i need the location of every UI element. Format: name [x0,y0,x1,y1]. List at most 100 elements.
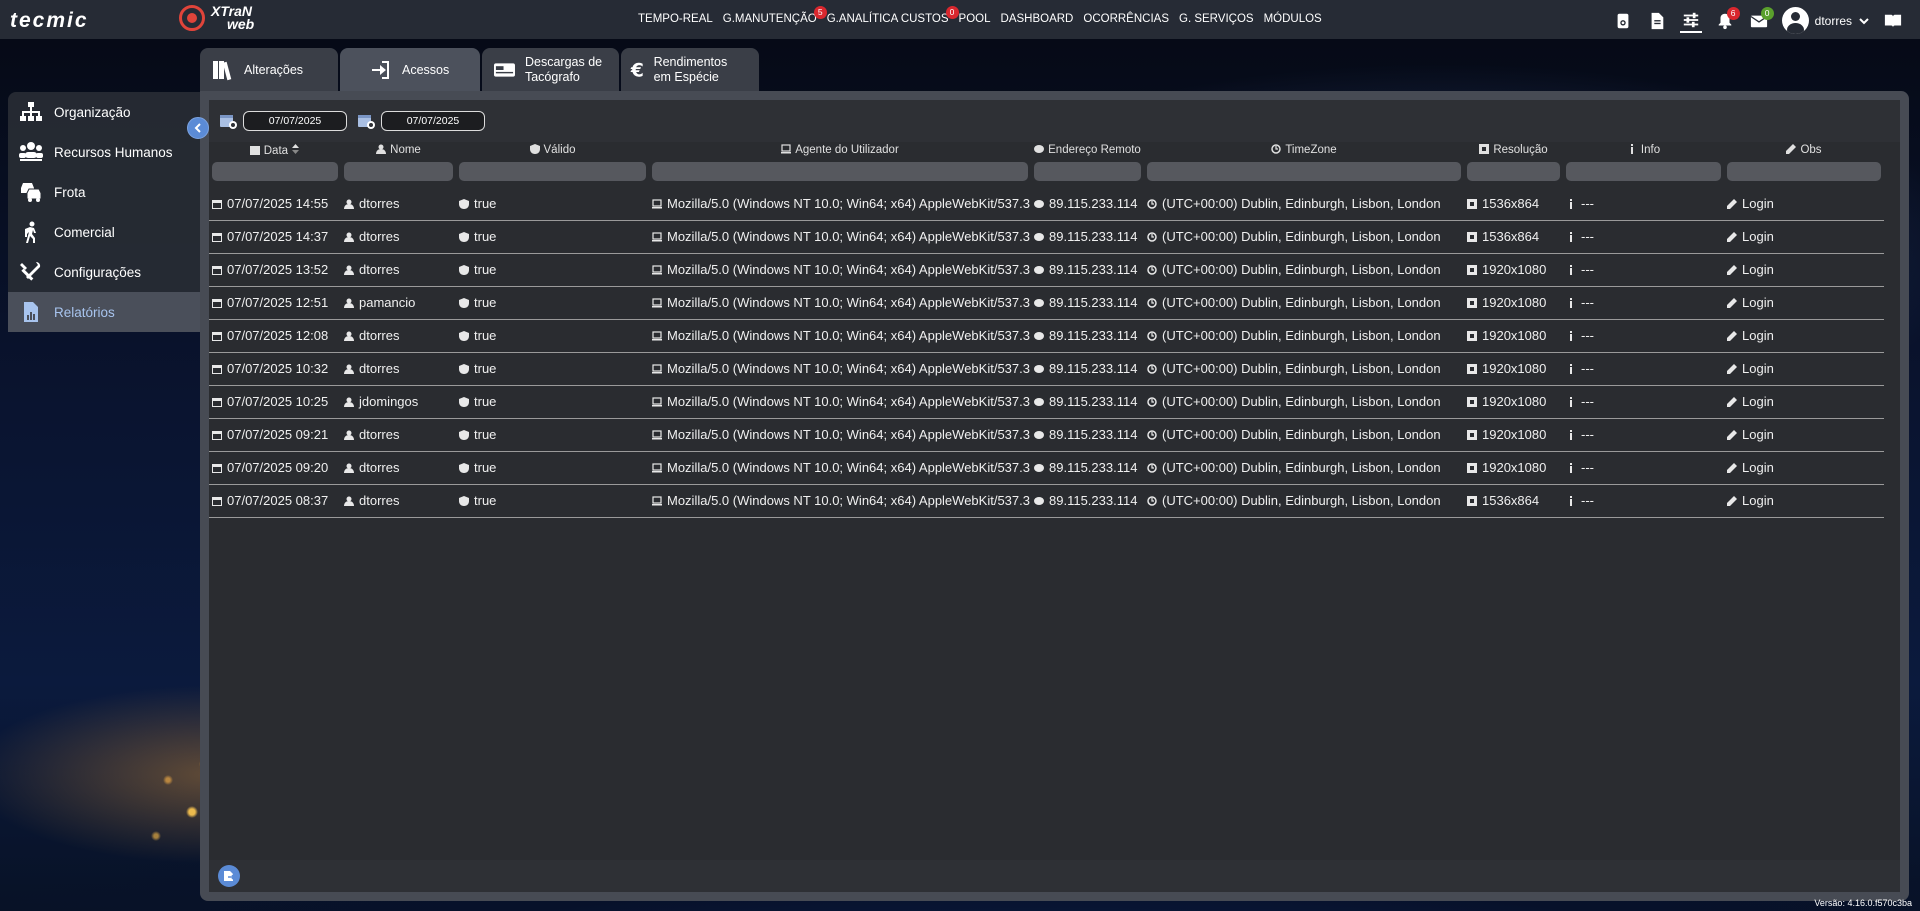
col-header-nome[interactable]: Nome [341,142,456,158]
table-row[interactable]: 07/07/2025 10:32 dtorres true Mozilla/5.… [209,352,1884,385]
analitica-badge: 0 [945,6,959,19]
table-row[interactable]: 07/07/2025 14:37 dtorres true Mozilla/5.… [209,220,1884,253]
cell-nome: dtorres [341,319,456,352]
export-button[interactable] [218,865,240,887]
user-menu[interactable]: dtorres [1781,7,1870,34]
cell-valido: true [456,319,649,352]
user-icon [344,298,354,308]
tab-acessos[interactable]: Acessos [340,48,480,91]
filter-data-input[interactable] [212,162,338,181]
bell-icon[interactable]: 6 [1714,6,1740,33]
cell-endereco: 89.115.233.114 [1031,319,1144,352]
filter-agente-input[interactable] [652,162,1028,181]
user-icon [344,199,354,209]
report-grid: 07/07/2025 07/07/2025 Data Nome Válido A… [209,100,1900,892]
calendar-icon [249,145,260,155]
nav-analitica-custos[interactable]: G.ANALÍTICA CUSTOS 0 [827,6,959,25]
cell-info: --- [1563,319,1724,352]
document-icon[interactable] [1646,9,1668,33]
cell-timezone: (UTC+00:00) Dublin, Edinburgh, Lisbon, L… [1144,253,1464,286]
filter-info-input[interactable] [1566,162,1721,181]
filter-obs-input[interactable] [1727,162,1881,181]
network-icon [1034,145,1045,153]
filter-endereco-input[interactable] [1034,162,1141,181]
col-header-info[interactable]: Info [1563,142,1724,158]
nav-manutencao[interactable]: G.MANUTENÇÃO 5 [723,6,827,25]
table-row[interactable]: 07/07/2025 09:20 dtorres true Mozilla/5.… [209,451,1884,484]
sidebar-item-relatorios[interactable]: Relatórios [8,292,204,332]
collapse-sidebar-button[interactable] [187,117,209,139]
clock-icon [1147,199,1157,209]
cell-obs: Login [1724,319,1884,352]
col-header-data[interactable]: Data [209,142,341,158]
col-header-resolucao[interactable]: Resolução [1464,142,1563,158]
shield-icon [459,496,469,506]
shield-icon [459,463,469,473]
date-to-input[interactable]: 07/07/2025 [381,111,485,131]
sidebar-item-comercial[interactable]: Comercial [8,212,204,252]
header-row: Data Nome Válido Agente do Utilizador En… [209,142,1884,158]
sidebar-item-frota[interactable]: Frota [8,172,204,212]
col-header-timezone[interactable]: TimeZone [1144,142,1464,158]
table-row[interactable]: 07/07/2025 14:55 dtorres true Mozilla/5.… [209,187,1884,220]
col-header-valido[interactable]: Válido [456,142,649,158]
date-from-input[interactable]: 07/07/2025 [243,111,347,131]
books-icon [213,60,232,80]
nav-ocorrencias[interactable]: OCORRÊNCIAS [1083,13,1169,25]
table-row[interactable]: 07/07/2025 08:37 dtorres true Mozilla/5.… [209,484,1884,517]
mail-icon[interactable]: 0 [1748,6,1774,33]
xtranweb-logo[interactable]: XTraN web [179,3,255,32]
book-icon[interactable] [1882,9,1904,33]
laptop-icon [652,496,662,506]
xtran-logo-text: XTraN web [211,3,255,32]
badge-id-icon[interactable] [1612,9,1634,33]
cell-resolucao: 1920x1080 [1464,385,1563,418]
sliders-icon[interactable] [1679,9,1702,33]
clock-icon [1147,331,1157,341]
sidebar-item-configuracoes[interactable]: Configurações [8,252,204,292]
col-header-agente[interactable]: Agente do Utilizador [649,142,1031,158]
filter-resolucao-input[interactable] [1467,162,1560,181]
nav-servicos[interactable]: G. SERVIÇOS [1179,13,1254,25]
filter-timezone-input[interactable] [1147,162,1461,181]
nav-tempo-real[interactable]: TEMPO-REAL [638,13,713,25]
version-label: Versão: 4.16.0.f570c3ba [1814,898,1912,908]
nav-dashboard[interactable]: DASHBOARD [1001,13,1074,25]
nav-pool[interactable]: POOL [959,13,991,25]
table-row[interactable]: 07/07/2025 13:52 dtorres true Mozilla/5.… [209,253,1884,286]
tab-rendimentos-especie[interactable]: € Rendimentos em Espécie [621,48,759,91]
chevron-down-icon [1859,17,1869,24]
filter-valido-input[interactable] [459,162,646,181]
cell-info: --- [1563,385,1724,418]
cell-endereco: 89.115.233.114 [1031,484,1144,517]
tab-descargas-tacografo[interactable]: Descargas de Tacógrafo [482,48,619,91]
cell-timezone: (UTC+00:00) Dublin, Edinburgh, Lisbon, L… [1144,352,1464,385]
clock-icon [1147,463,1157,473]
cell-info: --- [1563,187,1724,220]
sidebar-item-label: Comercial [54,224,115,240]
calendar-from-icon [220,115,237,129]
nav-modulos[interactable]: MÓDULOS [1264,13,1322,25]
user-icon [344,496,354,506]
expand-icon [1467,496,1477,506]
filter-nome-input[interactable] [344,162,453,181]
calendar-icon [212,464,222,473]
table-row[interactable]: 07/07/2025 12:08 dtorres true Mozilla/5.… [209,319,1884,352]
network-icon [1034,464,1044,472]
table-row[interactable]: 07/07/2025 12:51 pamancio true Mozilla/5… [209,286,1884,319]
tab-alteracoes[interactable]: Alterações [200,48,338,91]
cell-valido: true [456,418,649,451]
table-row[interactable]: 07/07/2025 10:25 jdomingos true Mozilla/… [209,385,1884,418]
sidebar-item-organizacao[interactable]: Organização [8,92,204,132]
tecmic-logo[interactable]: tecmic [10,9,89,33]
user-icon [344,232,354,242]
col-header-endereco[interactable]: Endereço Remoto [1031,142,1144,158]
expand-icon [1467,198,1477,209]
cell-data: 07/07/2025 14:37 [209,220,341,253]
info-icon [1570,265,1572,275]
table-row[interactable]: 07/07/2025 09:21 dtorres true Mozilla/5.… [209,418,1884,451]
col-header-obs[interactable]: Obs [1724,142,1884,158]
cell-data: 07/07/2025 13:52 [209,253,341,286]
calendar-icon [212,266,222,275]
sidebar-item-recursos-humanos[interactable]: Recursos Humanos [8,132,204,172]
